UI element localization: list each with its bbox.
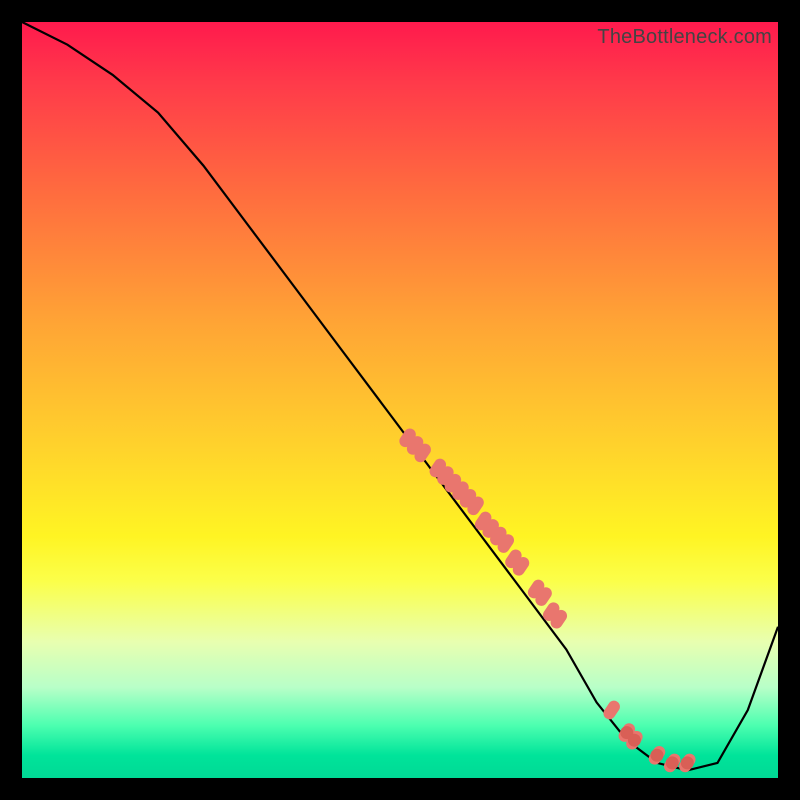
scatter-points xyxy=(397,426,698,774)
data-point xyxy=(601,698,622,721)
chart-svg xyxy=(22,22,778,778)
data-point-min xyxy=(666,756,679,769)
curve-line xyxy=(22,22,778,770)
data-point-min xyxy=(628,734,641,747)
data-point-min xyxy=(651,749,664,762)
chart-stage: TheBottleneck.com xyxy=(0,0,800,800)
plot-area: TheBottleneck.com xyxy=(22,22,778,778)
data-point-min xyxy=(681,756,694,769)
